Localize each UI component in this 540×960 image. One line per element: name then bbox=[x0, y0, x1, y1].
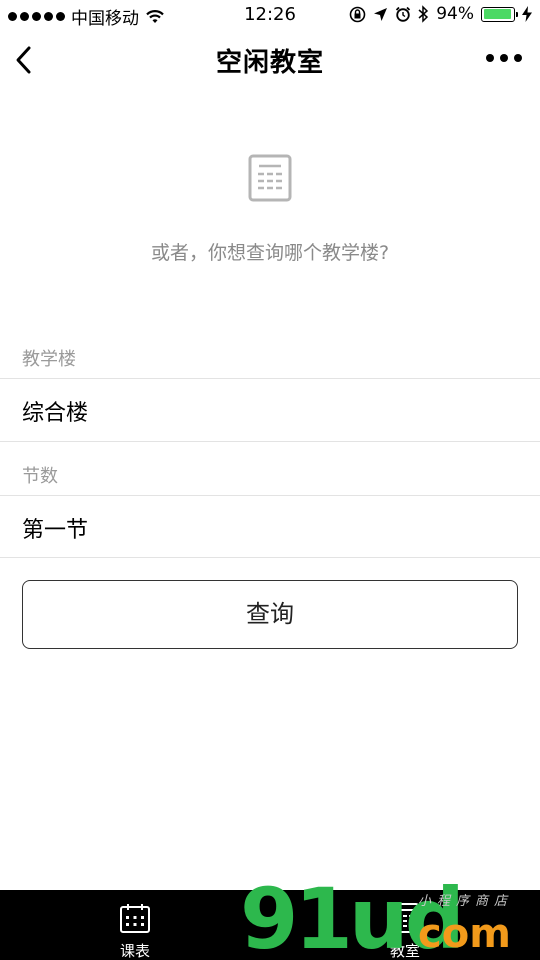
bluetooth-icon bbox=[418, 5, 429, 23]
tab-label: 课表 bbox=[119, 942, 150, 960]
tab-schedule[interactable]: 课表 bbox=[85, 890, 185, 960]
tab-bar: 课表 教室 bbox=[0, 890, 540, 960]
alarm-icon bbox=[396, 6, 411, 22]
battery-fill bbox=[483, 9, 511, 19]
tab-classroom[interactable]: 教室 bbox=[355, 890, 455, 960]
building-label: 教学楼 bbox=[22, 349, 76, 370]
building-icon bbox=[248, 154, 292, 202]
orientation-lock-icon bbox=[349, 6, 366, 22]
calendar-icon bbox=[120, 904, 150, 933]
status-bar: 中国移动 12:26 94% bbox=[0, 0, 540, 30]
tab-label: 教室 bbox=[389, 942, 420, 960]
empty-state-prompt: 或者，你想查询哪个教学楼? bbox=[150, 242, 390, 264]
period-picker[interactable]: 第一节 bbox=[22, 512, 88, 544]
period-label: 节数 bbox=[22, 466, 58, 487]
page-title: 空闲教室 bbox=[215, 48, 324, 78]
battery-percent: 94% bbox=[436, 4, 474, 24]
building-picker[interactable]: 综合楼 bbox=[22, 395, 88, 427]
divider bbox=[0, 495, 540, 496]
charging-icon bbox=[522, 6, 532, 22]
location-icon bbox=[374, 7, 388, 21]
classroom-icon bbox=[391, 903, 419, 933]
divider bbox=[0, 557, 540, 558]
navigation-bar: 空闲教室 bbox=[0, 30, 540, 90]
divider bbox=[0, 441, 540, 442]
query-button[interactable]: 查询 bbox=[22, 580, 518, 649]
more-dots-icon[interactable] bbox=[486, 54, 522, 62]
battery-icon bbox=[481, 6, 518, 22]
divider bbox=[0, 378, 540, 379]
status-right: 94% bbox=[349, 4, 532, 24]
